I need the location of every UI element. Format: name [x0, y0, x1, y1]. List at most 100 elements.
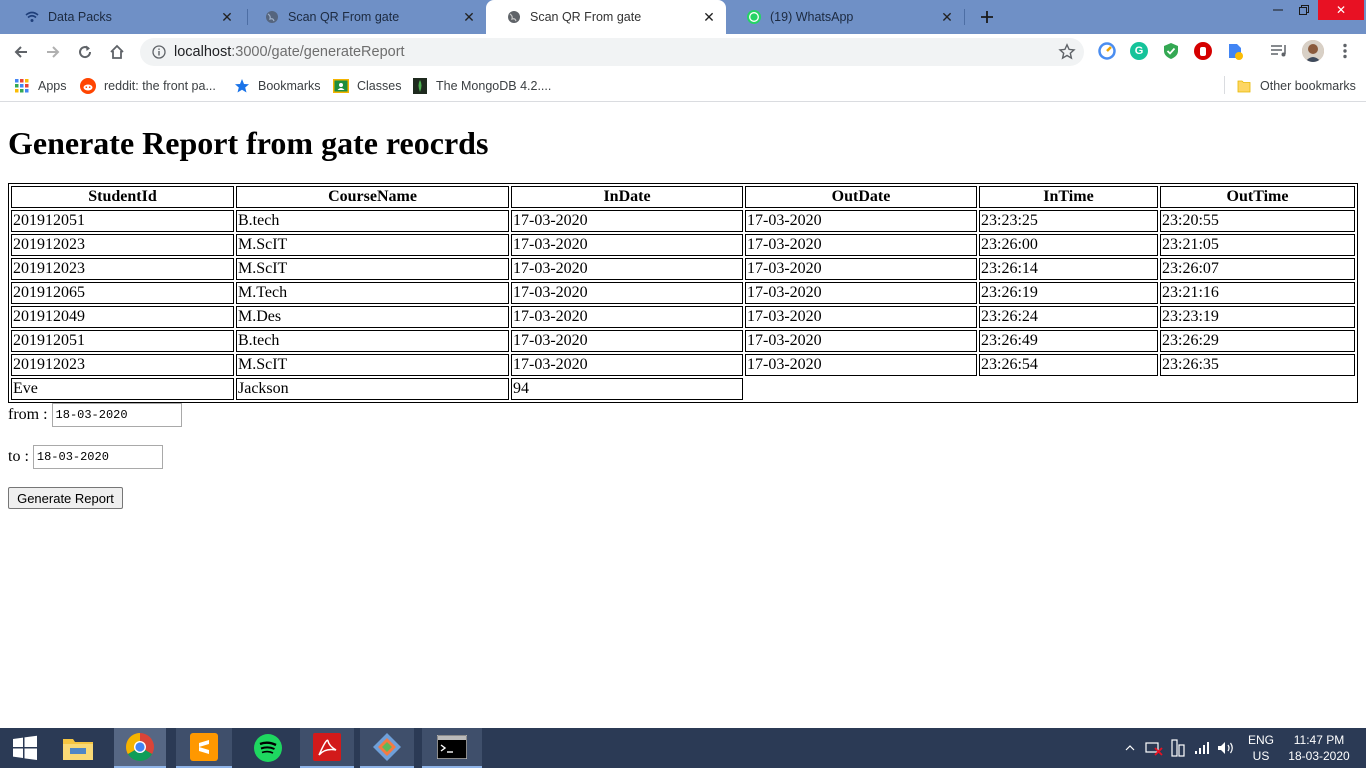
acrobat-reader-icon[interactable] — [300, 728, 354, 768]
info-icon[interactable] — [152, 45, 166, 59]
table-cell: M.ScIT — [236, 354, 509, 376]
minimize-icon[interactable] — [1266, 0, 1290, 20]
table-cell: 201912051 — [11, 210, 234, 232]
tab-whatsapp[interactable]: (19) WhatsApp ✕ — [726, 0, 964, 34]
tab-scan-qr-1[interactable]: Scan QR From gate ✕ — [244, 0, 486, 34]
input-language-indicator[interactable]: ENG US — [1244, 732, 1278, 764]
url-path: :3000/gate/generateReport — [231, 44, 405, 60]
speed-dial-extension-icon[interactable] — [1098, 42, 1116, 60]
table-cell: 17-03-2020 — [745, 234, 977, 256]
restore-icon[interactable] — [1292, 0, 1316, 20]
back-icon[interactable] — [10, 41, 32, 63]
table-row: 201912023 M.ScIT 17-03-2020 17-03-2020 23:26… — [11, 354, 1355, 376]
window-close-icon[interactable]: ✕ — [1318, 0, 1364, 20]
media-control-icon[interactable] — [1270, 42, 1288, 60]
bookmark-reddit[interactable]: reddit: the front pa... — [80, 76, 216, 96]
volume-icon[interactable] — [1216, 738, 1236, 758]
bookmark-label: Other bookmarks — [1260, 79, 1356, 93]
from-date-row: from : — [8, 403, 182, 427]
table-cell: 17-03-2020 — [745, 306, 977, 328]
bookmark-label: reddit: the front pa... — [104, 79, 216, 93]
signal-strength-icon[interactable] — [1192, 738, 1212, 758]
table-cell: 17-03-2020 — [511, 306, 743, 328]
close-tab-icon[interactable]: ✕ — [938, 8, 956, 26]
table-cell: 23:26:35 — [1160, 354, 1355, 376]
table-cell: 23:26:19 — [979, 282, 1158, 304]
language-code: ENG — [1247, 733, 1274, 747]
kebab-menu-icon[interactable] — [1336, 42, 1354, 60]
generate-report-button[interactable]: Generate Report — [8, 487, 123, 509]
reddit-icon — [80, 78, 96, 94]
close-tab-icon[interactable]: ✕ — [700, 8, 718, 26]
table-row: 201912051 B.tech 17-03-2020 17-03-2020 23:26… — [11, 330, 1355, 352]
column-header: InTime — [979, 186, 1158, 208]
table-cell: 17-03-2020 — [745, 330, 977, 352]
bookmark-mongodb[interactable]: The MongoDB 4.2.... — [412, 76, 551, 96]
table-cell: 201912023 — [11, 354, 234, 376]
other-bookmarks[interactable]: Other bookmarks — [1236, 76, 1356, 96]
new-tab-button[interactable] — [976, 6, 998, 28]
close-tab-icon[interactable]: ✕ — [218, 8, 236, 26]
adblock-icon[interactable] — [1194, 42, 1212, 60]
bookmark-label: Classes — [357, 79, 402, 93]
column-header: CourseName — [236, 186, 509, 208]
network-disconnected-icon[interactable] — [1144, 738, 1164, 758]
mongodb-leaf-icon — [412, 78, 428, 94]
tab-label: Data Packs — [48, 10, 112, 24]
table-cell: 201912023 — [11, 258, 234, 280]
grammarly-icon[interactable]: G — [1130, 42, 1148, 60]
windows-start-icon[interactable] — [0, 728, 50, 768]
bookmark-label: The MongoDB 4.2.... — [436, 79, 552, 93]
tab-label: Scan QR From gate — [530, 10, 642, 24]
report-table: StudentId CourseName InDate OutDate InTi… — [8, 183, 1358, 403]
to-date-input[interactable] — [32, 445, 163, 469]
bookmark-apps[interactable]: Apps — [14, 76, 67, 96]
device-connection-icon[interactable] — [1168, 738, 1188, 758]
table-cell: M.ScIT — [236, 258, 509, 280]
table-cell: 23:26:54 — [979, 354, 1158, 376]
bookmark-label: Bookmarks — [258, 79, 321, 93]
page-title: Generate Report from gate reocrds — [8, 125, 489, 161]
file-explorer-icon[interactable] — [52, 728, 104, 768]
reload-icon[interactable] — [74, 41, 96, 63]
bookmark-star-icon[interactable] — [1058, 43, 1076, 61]
close-tab-icon[interactable]: ✕ — [460, 8, 478, 26]
tab-label: Scan QR From gate — [288, 10, 400, 24]
chrome-taskbar-icon[interactable] — [114, 728, 166, 768]
sublime-text-icon[interactable] — [176, 728, 232, 768]
bookmarks-bar: Apps reddit: the front pa... Bookmarks C… — [0, 70, 1366, 102]
table-cell: 17-03-2020 — [745, 282, 977, 304]
table-cell: 17-03-2020 — [511, 354, 743, 376]
from-date-input[interactable] — [51, 403, 182, 427]
table-row-extra: Eve Jackson 94 — [11, 378, 1355, 400]
table-cell: 94 — [511, 378, 743, 400]
bookmark-classes[interactable]: Classes — [333, 76, 401, 96]
tab-label: (19) WhatsApp — [770, 10, 854, 24]
home-icon[interactable] — [106, 41, 128, 63]
column-header: OutTime — [1160, 186, 1355, 208]
shield-check-icon[interactable] — [1162, 42, 1180, 60]
table-cell: 23:20:55 — [1160, 210, 1355, 232]
avatar[interactable] — [1302, 40, 1324, 62]
tab-data-packs[interactable]: Data Packs ✕ — [4, 0, 244, 34]
browser-tab-strip: Data Packs ✕ Scan QR From gate ✕ Scan QR… — [0, 0, 1366, 34]
tag-assistant-icon[interactable] — [1226, 42, 1244, 60]
region-code: US — [1252, 749, 1270, 763]
gitkraken-icon[interactable] — [360, 728, 414, 768]
address-bar[interactable]: localhost:3000/gate/generateReport — [140, 38, 1084, 66]
command-prompt-icon[interactable] — [422, 728, 482, 768]
show-hidden-icons-chevron-icon[interactable] — [1122, 738, 1138, 758]
clock-time: 11:47 PM — [1293, 733, 1345, 747]
column-header: OutDate — [745, 186, 977, 208]
spotify-icon[interactable] — [242, 728, 294, 768]
table-cell: 23:21:16 — [1160, 282, 1355, 304]
bookmark-bookmarks[interactable]: Bookmarks — [234, 76, 321, 96]
table-cell: 17-03-2020 — [745, 210, 977, 232]
table-cell: 17-03-2020 — [511, 330, 743, 352]
table-cell: 23:26:14 — [979, 258, 1158, 280]
table-cell: M.Tech — [236, 282, 509, 304]
system-clock[interactable]: 11:47 PM 18-03-2020 — [1284, 732, 1354, 764]
table-row: 201912023 M.ScIT 17-03-2020 17-03-2020 23:26… — [11, 234, 1355, 256]
forward-icon[interactable] — [42, 41, 64, 63]
tab-scan-qr-active[interactable]: Scan QR From gate ✕ — [486, 0, 726, 34]
